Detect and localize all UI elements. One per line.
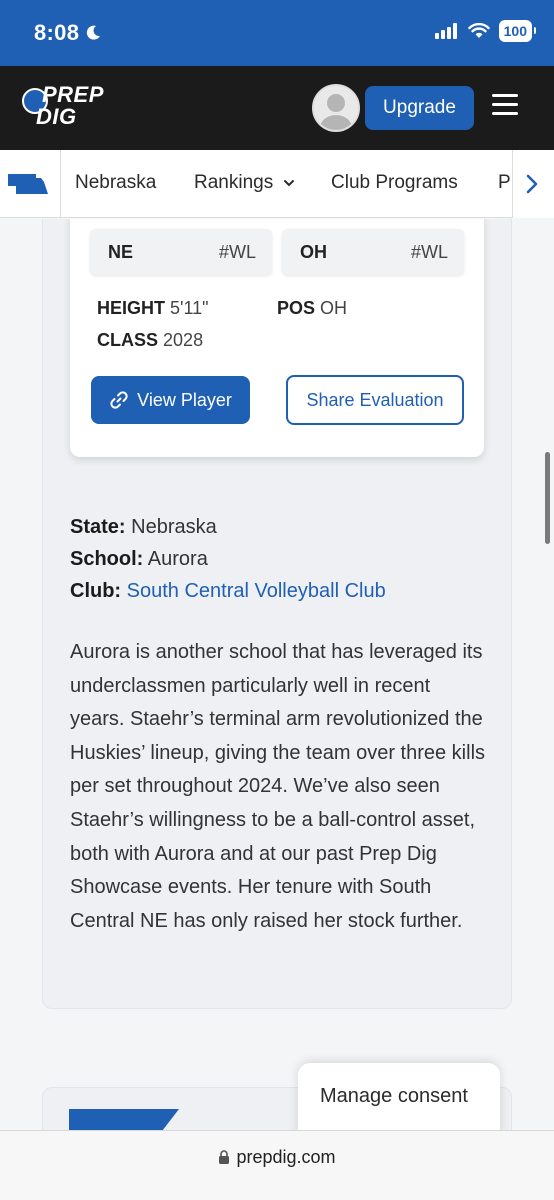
position-rank-tag: OH #WL — [282, 229, 464, 275]
nav-item-rankings[interactable]: Rankings — [194, 172, 295, 194]
class-label: CLASS — [97, 330, 159, 350]
view-player-button[interactable]: View Player — [91, 376, 250, 424]
position-stat: POS OH — [277, 298, 347, 319]
hamburger-menu-icon[interactable] — [492, 94, 518, 118]
logo-line-1: PREP — [42, 82, 104, 107]
state-detail: State: Nebraska — [70, 516, 217, 539]
site-header: PREP DIG Upgrade — [0, 66, 554, 150]
state-nav: Nebraska Rankings Club Programs P — [0, 150, 554, 218]
school-label: School: — [70, 548, 144, 570]
player-card: NE #WL OH #WL HEIGHT 5'11" POS OH CLASS … — [70, 219, 484, 457]
url-text: prepdig.com — [236, 1147, 336, 1167]
state-code: NE — [108, 242, 134, 262]
nav-divider — [60, 150, 61, 218]
club-detail: Club: South Central Volleyball Club — [70, 580, 386, 603]
scrollbar[interactable] — [545, 452, 550, 544]
user-avatar-icon[interactable] — [312, 84, 360, 132]
chevron-down-icon — [283, 180, 294, 187]
pos-label: POS — [277, 298, 316, 318]
club-link[interactable]: South Central Volleyball Club — [127, 580, 386, 602]
state-rank-tag: NE #WL — [90, 229, 272, 275]
nav-item-club-programs[interactable]: Club Programs — [331, 172, 458, 194]
browser-url-bar[interactable]: prepdig.com — [0, 1130, 554, 1200]
status-bar: 8:08 100 — [0, 0, 554, 66]
state-rank: #WL — [218, 242, 256, 262]
state-label: State: — [70, 516, 126, 538]
chevron-right-icon[interactable] — [524, 174, 540, 194]
club-label: Club: — [70, 580, 122, 602]
next-card-banner — [69, 1109, 179, 1130]
page-content: NE #WL OH #WL HEIGHT 5'11" POS OH CLASS … — [0, 219, 554, 1130]
nav-item-partial[interactable]: P — [498, 172, 511, 194]
status-time: 8:08 — [34, 20, 101, 46]
share-evaluation-button[interactable]: Share Evaluation — [286, 375, 464, 425]
logo-text: PREP DIG — [36, 82, 104, 128]
nav-item-nebraska[interactable]: Nebraska — [75, 172, 156, 194]
moon-icon — [87, 25, 101, 40]
battery-icon: 100 — [498, 20, 537, 42]
pos-value: OH — [320, 298, 348, 318]
logo-line-2: DIG — [36, 104, 77, 129]
cellular-icon — [434, 23, 457, 39]
manage-consent-button[interactable]: Manage consent — [298, 1063, 500, 1130]
lock-icon — [219, 1150, 230, 1164]
nebraska-state-icon[interactable] — [8, 174, 48, 194]
link-icon — [110, 391, 128, 409]
class-value: 2028 — [163, 330, 204, 350]
position-rank: #WL — [410, 242, 448, 262]
view-player-label: View Player — [137, 389, 232, 410]
position-code: OH — [300, 242, 327, 262]
nav-item-rankings-label: Rankings — [194, 172, 274, 193]
school-value: Aurora — [147, 548, 208, 570]
height-stat: HEIGHT 5'11" — [97, 298, 209, 319]
status-icons: 100 — [434, 20, 537, 42]
prep-dig-logo[interactable]: PREP DIG — [22, 82, 118, 134]
wifi-icon — [467, 23, 490, 38]
height-value: 5'11" — [170, 298, 209, 318]
evaluation-paragraph: Aurora is another school that has levera… — [70, 641, 486, 932]
school-detail: School: Aurora — [70, 548, 208, 571]
clock-text: 8:08 — [34, 20, 80, 45]
class-stat: CLASS 2028 — [97, 330, 203, 351]
state-value: Nebraska — [131, 516, 217, 538]
height-label: HEIGHT — [97, 298, 166, 318]
url-display[interactable]: prepdig.com — [0, 1147, 554, 1168]
upgrade-button[interactable]: Upgrade — [365, 86, 474, 130]
